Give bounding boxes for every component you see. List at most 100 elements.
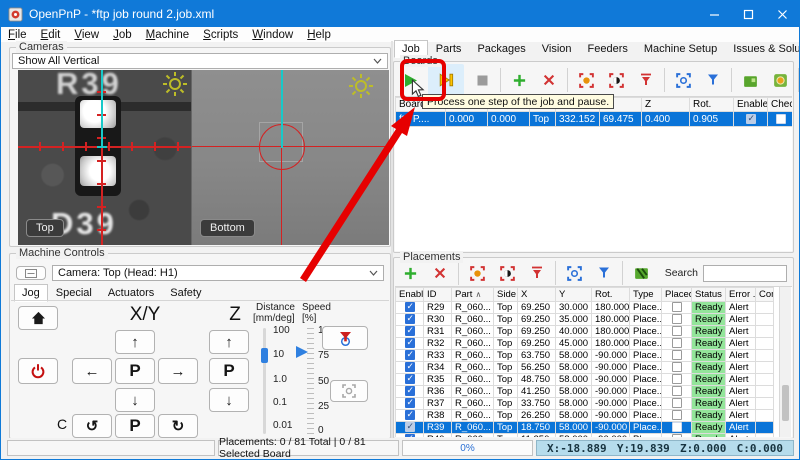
jog-x-plus-button[interactable]: →	[158, 358, 198, 384]
jog-c-cw-button[interactable]: ↻	[158, 414, 198, 438]
add-placement-button[interactable]	[398, 260, 422, 286]
park-z-safe-button[interactable]	[322, 326, 368, 350]
tab-vision[interactable]: Vision	[534, 40, 580, 58]
capture-z-button[interactable]	[525, 260, 549, 286]
enabled-checkbox[interactable]	[405, 314, 415, 324]
camera-view-top[interactable]: R39 D39	[18, 70, 191, 245]
capture-tool-location-button[interactable]	[604, 67, 628, 93]
enabled-checkbox[interactable]	[405, 374, 415, 384]
brightness-icon[interactable]	[162, 71, 188, 97]
power-button[interactable]	[18, 358, 58, 384]
search-input[interactable]	[703, 265, 787, 282]
start-job-button[interactable]	[398, 67, 422, 93]
placement-row[interactable]: R39R_060...Top18.75058.000-90.000Place..…	[396, 422, 774, 434]
board-row[interactable]: ftp P.... 0.000 0.000 Top 332.152 69.475…	[396, 112, 793, 127]
brightness-icon[interactable]	[348, 73, 374, 99]
menu-machine[interactable]: Machine	[139, 29, 196, 41]
vertical-scrollbar[interactable]	[779, 287, 791, 437]
jog-y-plus-button[interactable]: ↑	[115, 330, 155, 354]
placement-row[interactable]: R36R_060...Top41.25058.000-90.000Place..…	[396, 386, 774, 398]
placed-checkbox[interactable]	[672, 338, 682, 348]
park-z-button[interactable]: P	[209, 358, 249, 384]
placement-row[interactable]: R32R_060...Top69.25045.000180.000Place..…	[396, 338, 774, 350]
fiducial-check-button[interactable]	[768, 67, 792, 93]
board-checkfids-checkbox[interactable]	[776, 114, 786, 124]
remove-board-button[interactable]	[537, 67, 561, 93]
placed-checkbox[interactable]	[672, 398, 682, 408]
placement-row[interactable]: R31R_060...Top69.25040.000180.000Place..…	[396, 326, 774, 338]
placement-row[interactable]: R34R_060...Top56.25058.000-90.000Place..…	[396, 362, 774, 374]
enabled-checkbox[interactable]	[405, 398, 415, 408]
menu-window[interactable]: Window	[245, 29, 300, 41]
capture-camera-location-button[interactable]	[574, 67, 598, 93]
position-camera-disabled-button[interactable]	[330, 380, 368, 402]
placed-checkbox[interactable]	[672, 302, 682, 312]
board-enabled-checkbox[interactable]	[746, 114, 756, 124]
placed-checkbox[interactable]	[672, 386, 682, 396]
speed-slider-handle[interactable]	[296, 346, 308, 358]
maximize-icon[interactable]	[731, 1, 765, 27]
camera-view-mode-select[interactable]: Show All Vertical	[12, 53, 388, 69]
enabled-checkbox[interactable]	[405, 386, 415, 396]
speed-slider[interactable]	[307, 328, 314, 434]
menu-help[interactable]: Help	[300, 29, 338, 41]
add-board-button[interactable]	[507, 67, 531, 93]
position-tool-z-button[interactable]	[592, 260, 616, 286]
close-icon[interactable]	[765, 1, 799, 27]
two-point-locate-button[interactable]	[738, 67, 762, 93]
enabled-checkbox[interactable]	[405, 302, 415, 312]
tab-machine-setup[interactable]: Machine Setup	[636, 40, 725, 58]
minimize-icon[interactable]	[697, 1, 731, 27]
park-xy-button[interactable]: P	[115, 358, 155, 384]
tab-issues-solutions[interactable]: Issues & Solutions	[725, 40, 800, 58]
enabled-checkbox[interactable]	[405, 422, 415, 432]
tab-feeders[interactable]: Feeders	[580, 40, 636, 58]
jog-x-minus-button[interactable]: ←	[72, 358, 112, 384]
jog-z-minus-button[interactable]: ↓	[209, 388, 249, 412]
park-c-button[interactable]: P	[115, 414, 155, 438]
camera-view-bottom[interactable]: Bottom	[192, 70, 389, 245]
placed-checkbox[interactable]	[672, 374, 682, 384]
placement-row[interactable]: R35R_060...Top48.75058.000-90.000Place..…	[396, 374, 774, 386]
home-button[interactable]	[18, 306, 58, 330]
distance-slider[interactable]	[263, 328, 266, 434]
enabled-checkbox[interactable]	[405, 350, 415, 360]
capture-camera-location-button[interactable]	[465, 260, 489, 286]
placed-checkbox[interactable]	[672, 434, 682, 437]
part-sort-header[interactable]: Part∧	[452, 288, 494, 302]
placed-checkbox[interactable]	[672, 350, 682, 360]
edit-feeder-button[interactable]	[629, 260, 653, 286]
enabled-checkbox[interactable]	[405, 326, 415, 336]
placed-checkbox[interactable]	[672, 326, 682, 336]
placement-row[interactable]: R38R_060...Top26.25058.000-90.000Place..…	[396, 410, 774, 422]
titlebar[interactable]: OpenPnP - *ftp job round 2.job.xml	[1, 1, 799, 27]
jog-z-plus-button[interactable]: ↑	[209, 330, 249, 354]
menu-file[interactable]: File	[1, 29, 34, 41]
placement-row[interactable]: R37R_060...Top33.75058.000-90.000Place..…	[396, 398, 774, 410]
position-camera-button[interactable]	[671, 67, 695, 93]
placed-checkbox[interactable]	[672, 422, 682, 432]
tab-packages[interactable]: Packages	[469, 40, 533, 58]
menu-edit[interactable]: Edit	[34, 29, 68, 41]
remove-placement-button[interactable]	[428, 260, 452, 286]
collapse-button[interactable]	[16, 266, 46, 280]
enabled-checkbox[interactable]	[405, 338, 415, 348]
scrollbar-thumb[interactable]	[782, 385, 789, 421]
distance-slider-handle[interactable]	[261, 348, 268, 363]
placed-checkbox[interactable]	[672, 410, 682, 420]
jog-c-ccw-button[interactable]: ↺	[72, 414, 112, 438]
head-mountable-select[interactable]: Camera: Top (Head: H1)	[52, 265, 384, 281]
placement-row[interactable]: R30R_060...Top69.25035.000180.000Place..…	[396, 314, 774, 326]
position-tool-z-button[interactable]	[701, 67, 725, 93]
placements-header-row[interactable]: Enabled ID Part∧ Side X Y Rot. Type Plac…	[396, 288, 774, 302]
capture-z-button[interactable]	[634, 67, 658, 93]
placed-checkbox[interactable]	[672, 314, 682, 324]
stop-job-button[interactable]	[470, 67, 494, 93]
jog-y-minus-button[interactable]: ↓	[115, 388, 155, 412]
menu-view[interactable]: View	[67, 29, 106, 41]
placement-row[interactable]: R40R_060...Top11.25058.000-90.000Place..…	[396, 434, 774, 438]
step-job-button[interactable]	[428, 64, 464, 96]
enabled-checkbox[interactable]	[405, 410, 415, 420]
enabled-checkbox[interactable]	[405, 434, 415, 437]
enabled-checkbox[interactable]	[405, 362, 415, 372]
